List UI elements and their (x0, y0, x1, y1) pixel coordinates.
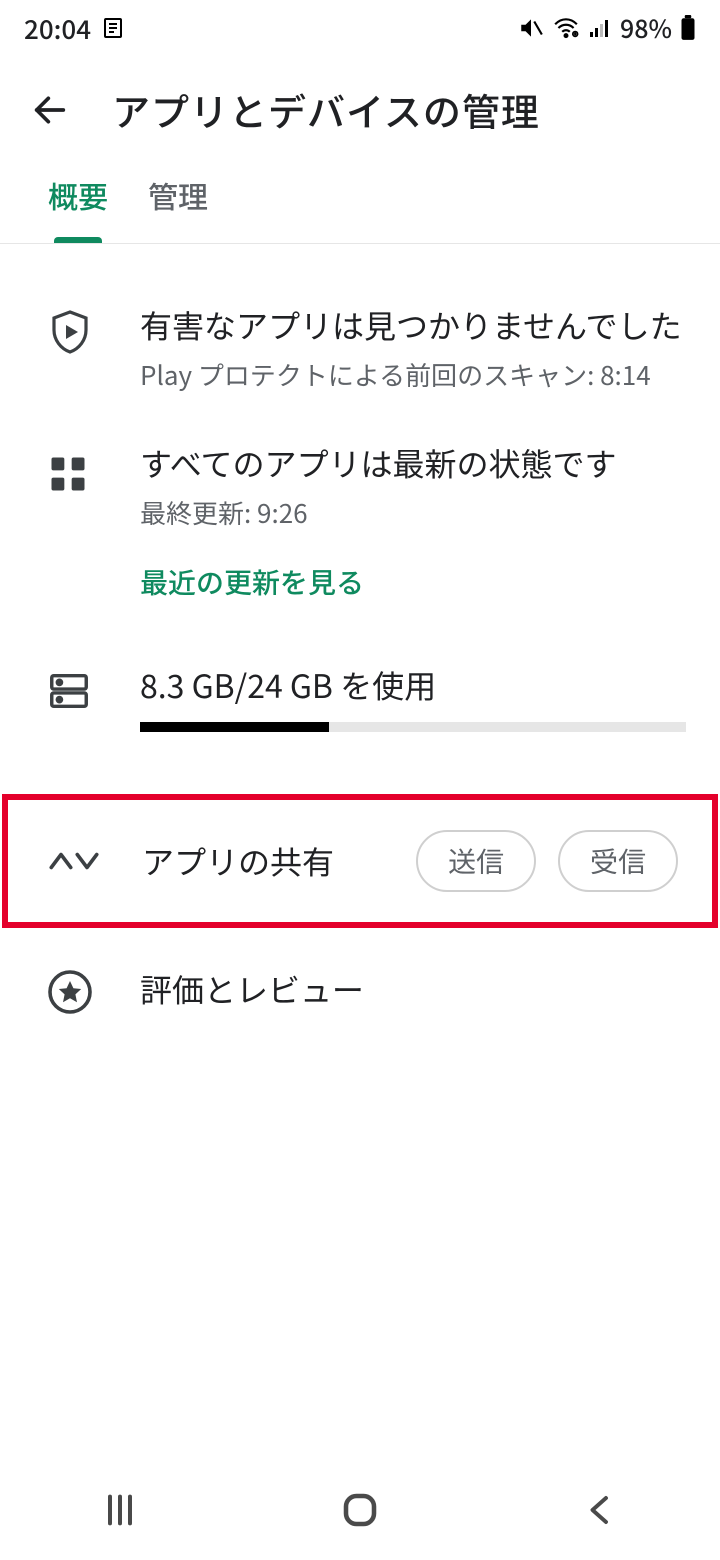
share-apps-title: アプリの共有 (142, 838, 416, 884)
updates-row[interactable]: すべてのアプリは最新の状態です 最終更新: 9:26 最近の更新を見る (0, 422, 720, 630)
page-title: アプリとデバイスの管理 (112, 82, 540, 137)
receive-button[interactable]: 受信 (558, 830, 678, 892)
back-button[interactable] (24, 84, 76, 136)
send-button[interactable]: 送信 (416, 830, 536, 892)
header: アプリとデバイスの管理 (0, 56, 720, 163)
ratings-reviews-title: 評価とレビュー (140, 968, 686, 1011)
updates-title: すべてのアプリは最新の状態です (140, 442, 686, 485)
tab-manage[interactable]: 管理 (148, 173, 208, 243)
nearby-share-icon (48, 839, 100, 883)
recent-updates-link[interactable]: 最近の更新を見る (140, 562, 686, 602)
storage-bar-fill (140, 722, 329, 732)
wifi-icon (552, 15, 580, 41)
share-apps-row: アプリの共有 送信 受信 (8, 800, 712, 922)
back-arrow-icon (30, 90, 70, 130)
storage-icon (46, 668, 92, 714)
status-notification-icon (101, 16, 125, 40)
shield-icon (46, 308, 94, 356)
play-protect-title: 有害なアプリは見つかりませんでした (140, 304, 686, 347)
play-protect-row[interactable]: 有害なアプリは見つかりませんでした Play プロテクトによる前回のスキャン: … (0, 284, 720, 422)
share-apps-highlight: アプリの共有 送信 受信 (2, 794, 718, 928)
home-icon (339, 1489, 381, 1531)
mute-icon (518, 15, 544, 41)
storage-row[interactable]: 8.3 GB/24 GB を使用 (0, 630, 720, 759)
recents-icon (100, 1490, 140, 1530)
tabs: 概要 管理 (0, 163, 720, 244)
ratings-reviews-row[interactable]: 評価とレビュー (0, 928, 720, 1052)
apps-grid-icon (46, 452, 90, 496)
storage-label: 8.3 GB/24 GB を使用 (140, 664, 686, 707)
updates-subtitle: 最終更新: 9:26 (140, 493, 686, 532)
battery-icon (680, 15, 696, 41)
star-circle-icon (46, 968, 94, 1016)
cellular-icon (588, 16, 612, 40)
nav-recents-button[interactable] (80, 1480, 160, 1540)
status-bar: 20:04 98% (0, 0, 720, 56)
nav-back-button[interactable] (560, 1480, 640, 1540)
status-time: 20:04 (24, 10, 91, 47)
battery-percent: 98% (620, 10, 672, 46)
nav-home-button[interactable] (320, 1480, 400, 1540)
system-nav-bar (0, 1460, 720, 1560)
storage-bar (140, 722, 686, 732)
play-protect-subtitle: Play プロテクトによる前回のスキャン: 8:14 (140, 355, 686, 394)
nav-back-icon (582, 1490, 618, 1530)
tab-overview[interactable]: 概要 (48, 173, 108, 243)
